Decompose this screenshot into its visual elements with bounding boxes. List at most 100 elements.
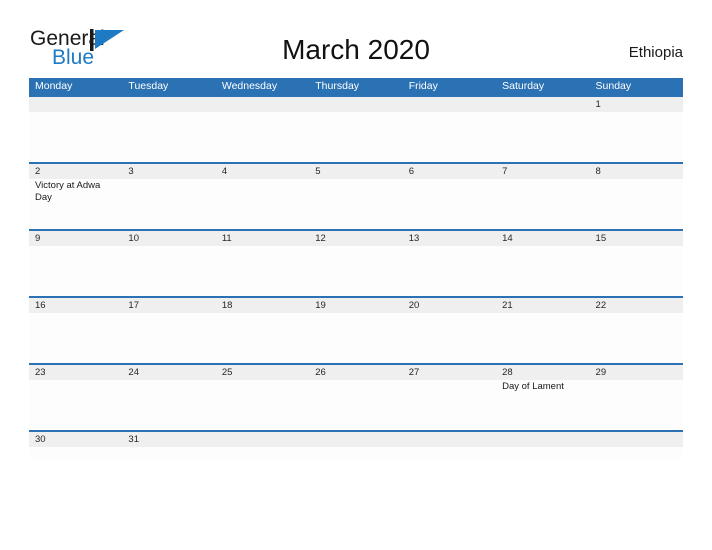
- holiday-label: Victory at Adwa Day: [35, 180, 101, 203]
- day-number: 9: [35, 233, 41, 244]
- calendar-week-inner: 16 17 18 19 20 21 22: [29, 298, 683, 363]
- calendar-day-cell[interactable]: 28 Day of Lament: [496, 365, 590, 430]
- calendar-day-cell[interactable]: [402, 432, 497, 459]
- day-number: 27: [408, 367, 420, 378]
- calendar-day-cell[interactable]: 25: [215, 365, 310, 430]
- weekday-wednesday: Wednesday: [221, 80, 278, 92]
- calendar-day-cell[interactable]: 14: [496, 231, 590, 296]
- calendar-day-cell[interactable]: 6: [402, 164, 497, 229]
- calendar-day-cell[interactable]: 9: [29, 231, 123, 296]
- calendar-day-cell[interactable]: [29, 97, 123, 162]
- day-number: 31: [128, 434, 139, 445]
- day-number: 13: [408, 233, 420, 244]
- day-number: 21: [502, 300, 513, 311]
- weekday-sunday: Sunday: [595, 80, 632, 92]
- calendar-day-cell[interactable]: 2 Victory at Adwa Day: [29, 164, 123, 229]
- day-number: 1: [595, 99, 601, 110]
- calendar-day-cell[interactable]: [309, 97, 403, 162]
- calendar-page: General Blue March 2020 Ethiopia Monday …: [0, 0, 712, 550]
- calendar-day-cell[interactable]: [215, 432, 310, 459]
- calendar-day-cell[interactable]: 30: [29, 432, 123, 459]
- weekday-saturday: Saturday: [502, 80, 545, 92]
- holiday-label: Day of Lament: [502, 381, 564, 392]
- day-number: 25: [221, 367, 233, 378]
- calendar-day-cell[interactable]: 7: [496, 164, 590, 229]
- calendar-day-cell[interactable]: 13: [402, 231, 497, 296]
- calendar-week-row: 23 24 25 26 27 28 Day of Lament 29: [29, 363, 683, 430]
- calendar-day-cell[interactable]: [309, 432, 403, 459]
- day-number: 24: [128, 367, 139, 378]
- day-number: 11: [221, 233, 232, 244]
- calendar-week-row: 9 10 11 12 13 14 15: [29, 229, 683, 296]
- calendar-day-cell[interactable]: 1: [589, 97, 683, 162]
- calendar-day-cell[interactable]: [496, 432, 590, 459]
- calendar-day-cell[interactable]: 22: [589, 298, 683, 363]
- calendar-day-cell[interactable]: [496, 97, 590, 162]
- calendar-grid: Monday Tuesday Wednesday Thursday Friday…: [29, 78, 683, 459]
- day-number: 23: [35, 367, 46, 378]
- day-number: 22: [595, 300, 607, 311]
- calendar-day-cell[interactable]: 12: [309, 231, 403, 296]
- calendar-day-cell[interactable]: 20: [402, 298, 497, 363]
- country-label: Ethiopia: [628, 44, 683, 61]
- day-number: 6: [408, 166, 414, 177]
- day-number: 18: [221, 300, 233, 311]
- day-number: 2: [35, 166, 41, 177]
- day-number: 3: [128, 166, 134, 177]
- calendar-day-cell[interactable]: 11: [215, 231, 310, 296]
- calendar-day-cell[interactable]: 10: [122, 231, 216, 296]
- day-number: 19: [315, 300, 326, 311]
- day-number: 16: [35, 300, 46, 311]
- calendar-day-cell[interactable]: 24: [122, 365, 216, 430]
- calendar-day-cell[interactable]: 27: [402, 365, 497, 430]
- day-number: 14: [502, 233, 513, 244]
- calendar-day-cell[interactable]: [402, 97, 497, 162]
- day-number: 10: [128, 233, 139, 244]
- calendar-day-cell[interactable]: 23: [29, 365, 123, 430]
- calendar-week-inner: 30 31: [29, 432, 683, 459]
- calendar-day-cell[interactable]: 8: [589, 164, 683, 229]
- weekday-thursday: Thursday: [315, 80, 360, 92]
- page-header: General Blue March 2020 Ethiopia: [0, 0, 712, 78]
- calendar-day-cell[interactable]: [122, 97, 216, 162]
- calendar-day-cell[interactable]: 26: [309, 365, 403, 430]
- calendar-day-cell[interactable]: 5: [309, 164, 403, 229]
- calendar-day-cell[interactable]: 16: [29, 298, 123, 363]
- calendar-day-cell[interactable]: 18: [215, 298, 310, 363]
- weekday-friday: Friday: [408, 80, 438, 92]
- calendar-day-cell[interactable]: 17: [122, 298, 216, 363]
- day-number: 5: [315, 166, 321, 177]
- day-number: 7: [502, 166, 508, 177]
- day-number: 20: [408, 300, 420, 311]
- calendar-day-cell[interactable]: 31: [122, 432, 216, 459]
- calendar-week-inner: 2 Victory at Adwa Day 3 4 5 6 7 8: [29, 164, 683, 229]
- day-number: 15: [595, 233, 607, 244]
- calendar-week-row: 2 Victory at Adwa Day 3 4 5 6 7 8: [29, 162, 683, 229]
- page-title: March 2020: [282, 34, 430, 65]
- calendar-weeks: 1 2 Victory at Adwa Day 3 4 5 6 7 8 9 10 11 12 13 14 15…: [29, 95, 683, 459]
- calendar-week-inner: 1: [29, 97, 683, 162]
- calendar-day-cell[interactable]: 4: [215, 164, 310, 229]
- day-number: 4: [221, 166, 228, 177]
- day-number: 8: [595, 166, 601, 177]
- day-number: 30: [35, 434, 46, 445]
- calendar-day-cell[interactable]: 21: [496, 298, 590, 363]
- calendar-day-cell[interactable]: 19: [309, 298, 403, 363]
- calendar-week-inner: 9 10 11 12 13 14 15: [29, 231, 683, 296]
- weekday-header-row: Monday Tuesday Wednesday Thursday Friday…: [29, 78, 683, 95]
- calendar-week-inner: 23 24 25 26 27 28 Day of Lament 29: [29, 365, 683, 430]
- day-number: 17: [128, 300, 139, 311]
- calendar-day-cell[interactable]: 3: [122, 164, 216, 229]
- calendar-week-row: 1: [29, 95, 683, 162]
- day-number: 29: [595, 367, 607, 378]
- calendar-day-cell[interactable]: 15: [589, 231, 683, 296]
- calendar-week-row: 16 17 18 19 20 21 22: [29, 296, 683, 363]
- weekday-tuesday: Tuesday: [128, 80, 169, 92]
- day-number: 12: [315, 233, 326, 244]
- day-number: 28: [502, 367, 513, 378]
- calendar-day-cell[interactable]: 29: [589, 365, 683, 430]
- calendar-day-cell[interactable]: [589, 432, 683, 459]
- calendar-day-cell[interactable]: [215, 97, 310, 162]
- weekday-monday: Monday: [35, 80, 73, 92]
- calendar-week-row: 30 31: [29, 430, 683, 459]
